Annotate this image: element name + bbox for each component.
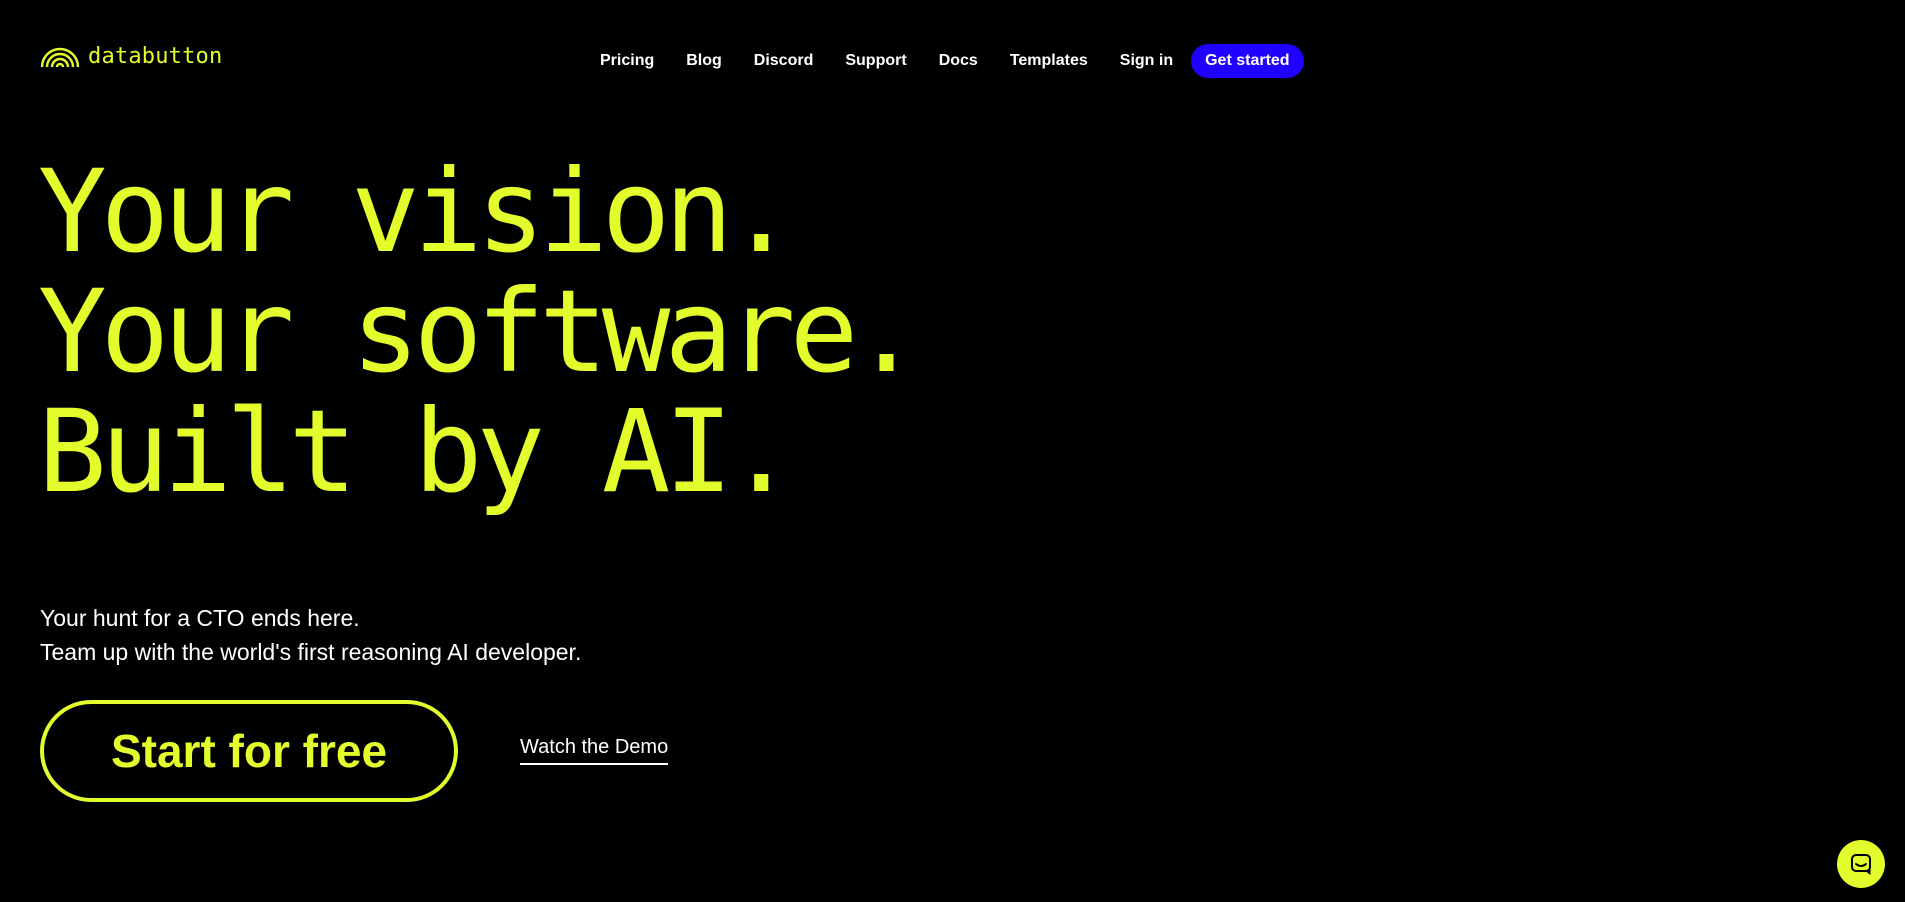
chat-launcher-button[interactable] xyxy=(1837,840,1885,888)
watch-demo-link[interactable]: Watch the Demo xyxy=(520,736,669,765)
headline-line-3: Built by AI. xyxy=(38,385,796,518)
chat-bubble-icon xyxy=(1851,854,1871,875)
nav-item-sign-in[interactable]: Sign in xyxy=(1120,52,1173,70)
brand-name: databutton xyxy=(88,44,223,69)
brand-logo[interactable]: databutton xyxy=(40,44,222,69)
nav-item-pricing[interactable]: Pricing xyxy=(600,52,654,70)
nav-item-docs[interactable]: Docs xyxy=(939,52,978,70)
nav-item-discord[interactable]: Discord xyxy=(754,52,814,70)
get-started-button[interactable]: Get started xyxy=(1191,44,1304,78)
nav-item-blog[interactable]: Blog xyxy=(686,52,722,70)
start-for-free-button[interactable]: Start for free xyxy=(40,700,458,802)
rainbow-arc-icon xyxy=(40,47,80,67)
nav-item-support[interactable]: Support xyxy=(845,52,906,70)
headline-line-2: Your software. xyxy=(38,265,921,398)
landing-page: databutton Pricing Blog Discord Support … xyxy=(0,0,1905,902)
top-navigation: Pricing Blog Discord Support Docs Templa… xyxy=(600,44,1304,78)
hero-subtext: Your hunt for a CTO ends here. Team up w… xyxy=(40,601,581,669)
nav-item-templates[interactable]: Templates xyxy=(1010,52,1088,70)
hero-headline: Your vision. Your software. Built by AI. xyxy=(38,145,921,518)
subtext-line-2: Team up with the world's first reasoning… xyxy=(40,639,582,665)
subtext-line-1: Your hunt for a CTO ends here. xyxy=(40,605,360,631)
headline-line-1: Your vision. xyxy=(38,145,796,278)
